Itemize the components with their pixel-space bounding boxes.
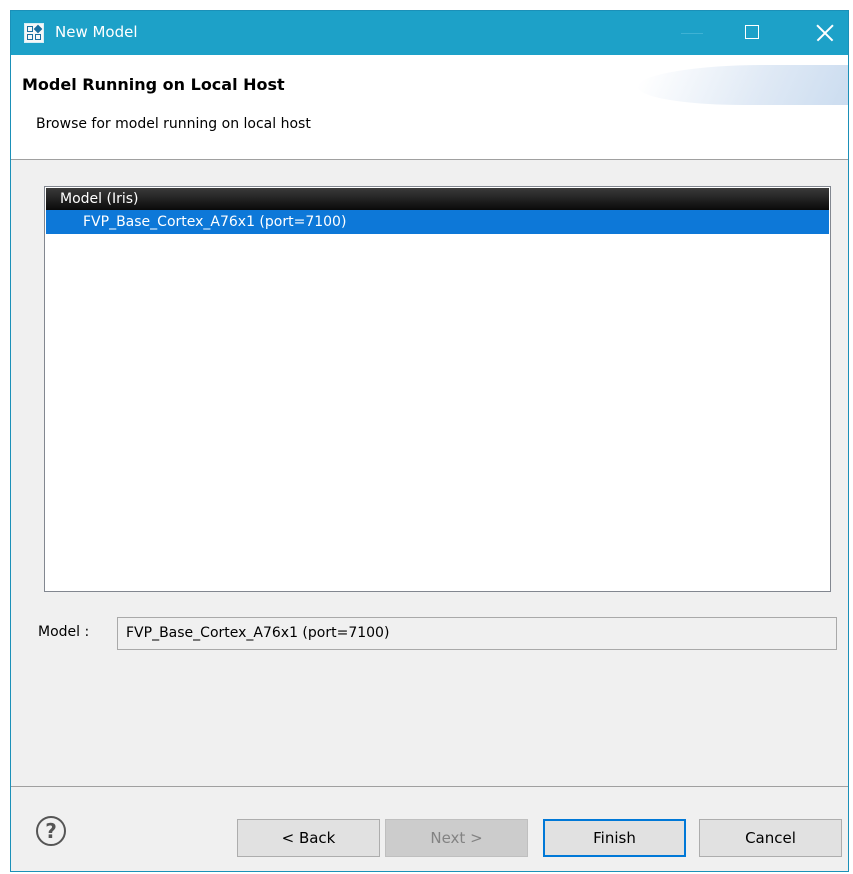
cancel-button[interactable]: Cancel [699, 819, 842, 857]
next-button[interactable]: Next > [385, 819, 528, 857]
close-button[interactable] [804, 11, 848, 55]
finish-button[interactable]: Finish [543, 819, 686, 857]
help-icon[interactable]: ? [36, 816, 66, 846]
maximize-button[interactable] [731, 11, 775, 55]
list-item[interactable]: FVP_Base_Cortex_A76x1 (port=7100) [46, 210, 829, 234]
new-model-dialog: New Model Model Running on Local Host Br… [10, 10, 849, 872]
banner-graphic [628, 65, 848, 105]
maximize-icon [745, 25, 759, 39]
model-list[interactable]: Model (Iris) FVP_Base_Cortex_A76x1 (port… [44, 186, 831, 592]
window-title: New Model [55, 23, 138, 41]
page-description: Browse for model running on local host [36, 116, 311, 132]
model-wizard-icon [24, 23, 44, 43]
column-header-model[interactable]: Model (Iris) [46, 188, 829, 210]
model-field: FVP_Base_Cortex_A76x1 (port=7100) [117, 617, 837, 650]
model-field-label: Model : [38, 624, 90, 640]
minimize-icon[interactable] [681, 33, 703, 34]
page-title: Model Running on Local Host [22, 75, 285, 94]
back-button[interactable]: < Back [237, 819, 380, 857]
title-bar[interactable]: New Model [11, 11, 848, 55]
wizard-header: Model Running on Local Host Browse for m… [11, 55, 848, 160]
divider [11, 786, 848, 787]
